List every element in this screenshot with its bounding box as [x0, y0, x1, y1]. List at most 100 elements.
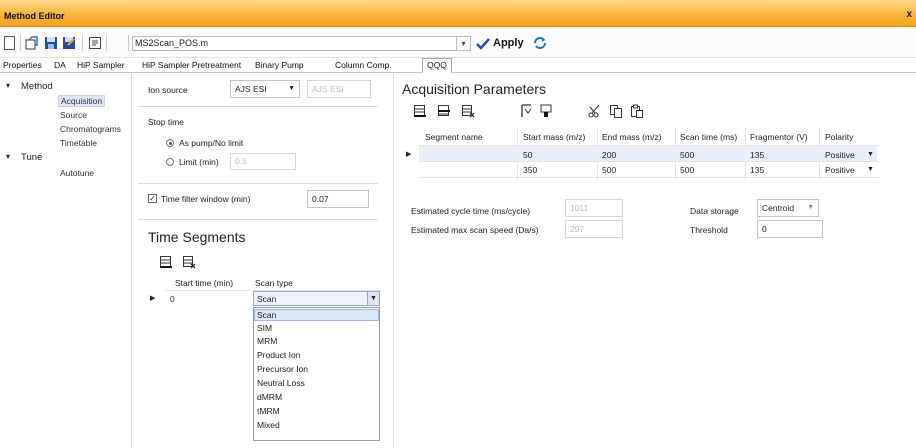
option-neutral-loss[interactable]: Neutral Loss [257, 378, 305, 388]
tab-column-comp[interactable]: Column Comp. [335, 60, 392, 70]
method-file-select[interactable]: MS2Scan_POS.m [132, 36, 457, 51]
tab-properties[interactable]: Properties [3, 60, 42, 70]
add-row-icon[interactable] [413, 104, 427, 118]
option-dmrm[interactable]: dMRM [257, 392, 282, 402]
expand-method-icon[interactable]: ▾ [6, 81, 10, 90]
insert-row-icon[interactable] [437, 104, 451, 118]
tree-source[interactable]: Source [60, 110, 87, 120]
data-storage-select[interactable]: Centroid ▼ [757, 199, 819, 217]
cell-scan-time[interactable]: 500 [680, 150, 694, 160]
est-speed-value: 297 [565, 220, 623, 238]
option-scan[interactable]: Scan [257, 310, 276, 320]
row-marker: ▶ [150, 295, 156, 302]
segment-start-time[interactable]: 0 [170, 294, 175, 304]
est-cycle-value: 1011 [565, 199, 623, 217]
scan-type-value: Scan [257, 294, 277, 304]
tree-method[interactable]: Method [21, 81, 53, 92]
add-segment-icon[interactable] [159, 255, 173, 269]
data-storage-value: Centroid [762, 203, 795, 213]
fill-down-icon[interactable] [520, 104, 534, 118]
stop-time-label: Stop time [148, 117, 184, 127]
col-start-time: Start time (min) [175, 278, 234, 288]
row-marker: ▶ [406, 151, 412, 158]
tab-da[interactable]: DA [54, 60, 66, 70]
ion-source-label: Ion source [148, 85, 188, 95]
option-mrm[interactable]: MRM [257, 336, 277, 346]
chevron-down-icon[interactable]: ▾ [457, 36, 471, 51]
acquisition-table: Segment name Start mass (m/z) End mass (… [404, 128, 879, 188]
ion-source-select[interactable]: AJS ESI ▼ [230, 80, 300, 98]
cell-start-mass[interactable]: 350 [523, 165, 537, 175]
delete-row-icon[interactable] [461, 104, 475, 118]
option-tmrm[interactable]: tMRM [257, 406, 280, 416]
move-down-icon[interactable] [539, 104, 553, 118]
stop-limit-radio[interactable] [166, 158, 174, 166]
tab-hip-sampler[interactable]: HiP Sampler [77, 60, 125, 70]
refresh-icon[interactable] [532, 36, 548, 50]
time-filter-label: Time filter window (min) [161, 194, 251, 204]
cell-end-mass[interactable]: 500 [602, 165, 616, 175]
tab-qqq[interactable]: QQQ [422, 58, 452, 73]
est-speed-label: Estimated max scan speed (Da/s) [411, 225, 539, 235]
est-cycle-label: Estimated cycle time (ms/cycle) [411, 206, 531, 216]
paste-icon[interactable] [630, 104, 644, 118]
stop-as-pump-label: As pump/No limit [179, 138, 244, 148]
new-file-icon[interactable] [4, 36, 15, 50]
option-sim[interactable]: SIM [257, 323, 272, 333]
tab-hip-sampler-pretreatment[interactable]: HiP Sampler Pretreatment [142, 60, 241, 70]
report-icon[interactable] [88, 36, 102, 50]
time-segments-title: Time Segments [148, 229, 246, 245]
apply-button[interactable]: Apply [476, 36, 524, 51]
divider [131, 74, 132, 448]
delete-segment-icon[interactable] [182, 255, 196, 269]
option-mixed[interactable]: Mixed [257, 420, 280, 430]
tree-autotune[interactable]: Autotune [60, 168, 94, 178]
chevron-down-icon[interactable]: ▼ [367, 292, 379, 305]
cell-polarity[interactable]: Positive [825, 165, 855, 175]
copy-icon[interactable] [609, 104, 623, 118]
tree-tune[interactable]: Tune [21, 152, 42, 163]
option-product-ion[interactable]: Product Ion [257, 350, 300, 360]
ion-source-display: AJS ESI [307, 80, 371, 98]
stop-limit-input[interactable]: 0.5 [230, 153, 296, 170]
cell-fragmentor[interactable]: 135 [750, 150, 764, 160]
cut-icon[interactable] [588, 104, 602, 118]
cell-scan-time[interactable]: 500 [680, 165, 694, 175]
title-bar: Method Editor x [0, 0, 916, 27]
cell-fragmentor[interactable]: 135 [750, 165, 764, 175]
open-icon[interactable] [25, 36, 39, 50]
save-as-icon[interactable] [62, 36, 76, 50]
col-segment-name: Segment name [425, 132, 483, 142]
close-button[interactable]: x [906, 9, 912, 20]
col-end-mass: End mass (m/z) [602, 132, 662, 142]
time-filter-input[interactable]: 0.07 [307, 190, 369, 208]
threshold-label: Threshold [690, 225, 728, 235]
scan-type-dropdown: Scan SIM MRM Product Ion Precursor Ion N… [253, 307, 380, 441]
ion-source-value: AJS ESI [235, 84, 267, 94]
col-scan-type: Scan type [255, 278, 293, 288]
acquisition-title: Acquisition Parameters [402, 81, 546, 97]
tree-chromatograms[interactable]: Chromatograms [60, 124, 121, 134]
chevron-down-icon: ▼ [288, 85, 295, 92]
time-filter-checkbox[interactable]: ✓ [148, 194, 157, 203]
threshold-input[interactable]: 0 [757, 220, 823, 238]
chevron-down-icon: ▼ [807, 204, 814, 211]
option-precursor-ion[interactable]: Precursor Ion [257, 364, 308, 374]
cell-start-mass[interactable]: 50 [523, 150, 532, 160]
tab-binary-pump[interactable]: Binary Pump [255, 60, 304, 70]
expand-tune-icon[interactable]: ▾ [6, 152, 10, 161]
tree-timetable[interactable]: Timetable [60, 138, 97, 148]
stop-limit-label: Limit (min) [179, 157, 219, 167]
col-fragmentor: Fragmentor (V) [750, 132, 808, 142]
scan-type-combo[interactable]: Scan ▼ [253, 291, 380, 306]
save-icon[interactable] [44, 36, 58, 50]
divider [393, 74, 394, 448]
table-row[interactable] [419, 146, 877, 161]
stop-as-pump-radio[interactable] [166, 139, 174, 147]
window-title: Method Editor [4, 11, 65, 21]
tree-acquisition[interactable]: Acquisition [58, 95, 106, 107]
chevron-down-icon[interactable]: ▼ [867, 166, 874, 173]
cell-end-mass[interactable]: 200 [602, 150, 616, 160]
chevron-down-icon[interactable]: ▼ [867, 151, 874, 158]
cell-polarity[interactable]: Positive [825, 150, 855, 160]
